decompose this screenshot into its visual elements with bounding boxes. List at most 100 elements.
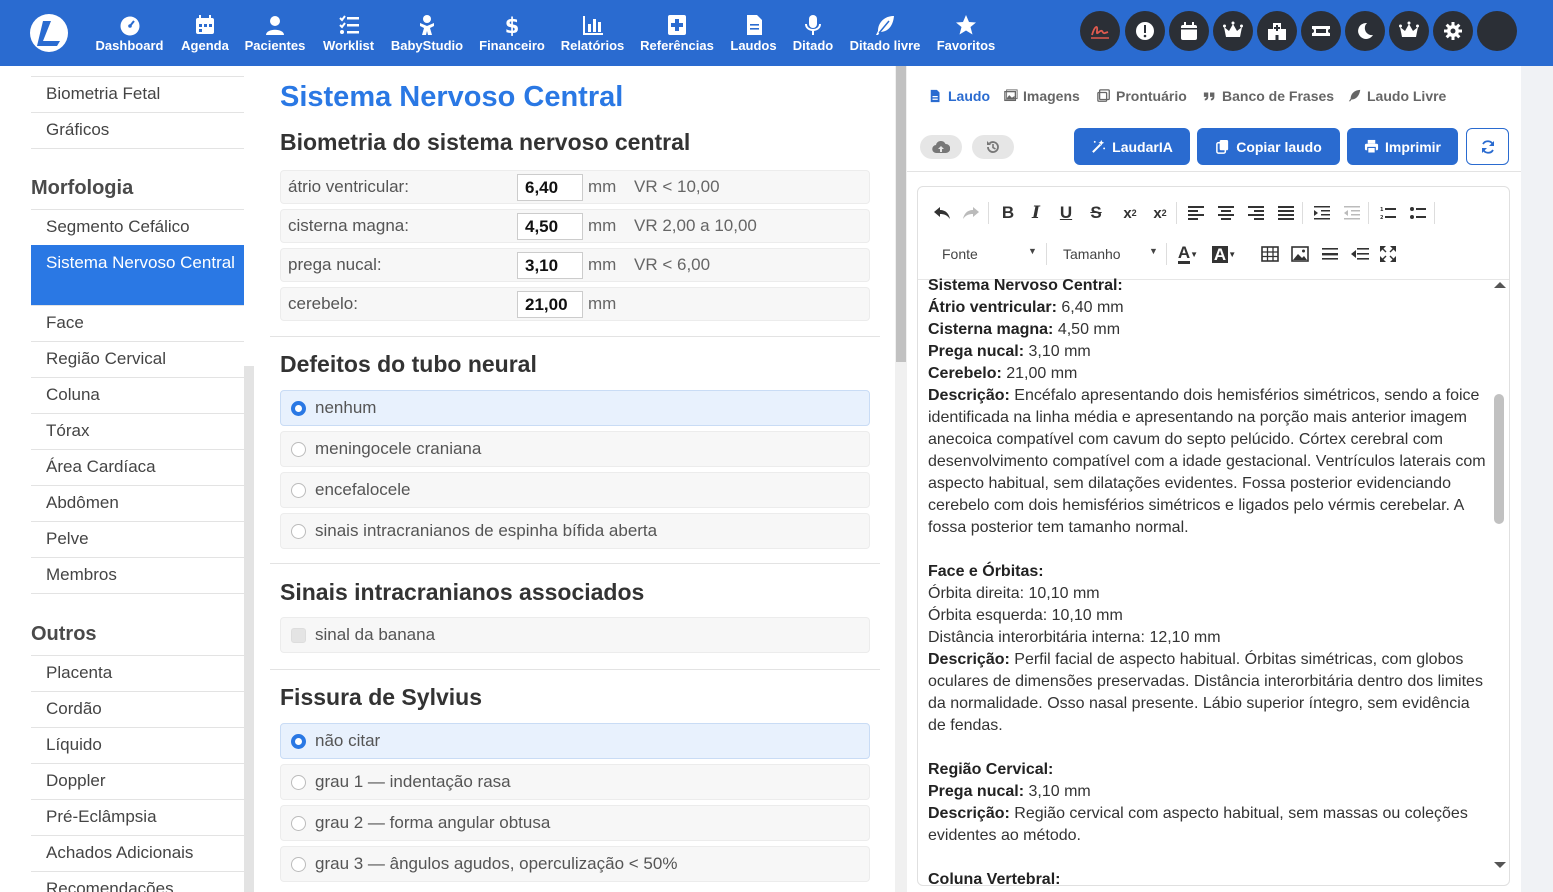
form-scrollbar-thumb[interactable]: [896, 66, 906, 362]
radio-option[interactable]: grau 1 — indentação rasa: [280, 764, 870, 800]
measurement-input[interactable]: 3,10: [517, 252, 583, 279]
refresh-button[interactable]: [1466, 128, 1509, 165]
underline-icon[interactable]: U: [1054, 201, 1078, 225]
avatar[interactable]: [1477, 11, 1517, 51]
sidebar-item[interactable]: Recomendações: [31, 871, 244, 892]
scroll-up-arrow-icon[interactable]: [1494, 281, 1506, 289]
align-left-icon[interactable]: [1184, 201, 1208, 225]
text-direction-icon[interactable]: [1348, 242, 1372, 266]
nav-financeiro[interactable]: $ Financeiro: [478, 12, 546, 58]
editor-scrollbar[interactable]: [1491, 281, 1509, 881]
font-size-select[interactable]: Tamanho ▼: [1063, 246, 1158, 262]
nav-referências[interactable]: Referências: [638, 12, 716, 58]
measurement-input[interactable]: 4,50: [517, 213, 583, 240]
cloud-upload-button[interactable]: [920, 135, 962, 159]
report-content[interactable]: Sistema Nervoso Central: Átrio ventricula…: [928, 275, 1488, 885]
radio-option[interactable]: sinais intracranianos de espinha bífida …: [280, 513, 870, 549]
sidebar-item[interactable]: Cordão: [31, 691, 244, 727]
nav-relatórios[interactable]: Relatórios: [560, 12, 625, 58]
scroll-down-arrow-icon[interactable]: [1494, 861, 1506, 869]
measurement-input[interactable]: 21,00: [517, 291, 583, 318]
highlight-color-icon[interactable]: A ▼: [1211, 242, 1236, 266]
crown-button[interactable]: [1213, 11, 1253, 51]
checkbox-option[interactable]: sinal da banana: [280, 617, 870, 653]
calendar-day-button[interactable]: [1169, 11, 1209, 51]
tab-banco-de-frases[interactable]: Banco de Frases: [1203, 88, 1334, 104]
sidebar-item[interactable]: Achados Adicionais: [31, 835, 244, 871]
radio-option[interactable]: grau 2 — forma angular obtusa: [280, 805, 870, 841]
nav-babystudio[interactable]: BabyStudio: [389, 12, 465, 58]
outdent-icon[interactable]: [1340, 201, 1364, 225]
gear-button[interactable]: [1433, 11, 1473, 51]
sidebar-item[interactable]: Abdômen: [31, 485, 244, 521]
radio-option[interactable]: nenhum: [280, 390, 870, 426]
undo-icon[interactable]: [930, 201, 954, 225]
copy-report-button[interactable]: Copiar laudo: [1197, 128, 1340, 165]
radio-option[interactable]: meningocele craniana: [280, 431, 870, 467]
nav-agenda[interactable]: Agenda: [180, 12, 230, 58]
sidebar-item[interactable]: Área Cardíaca: [31, 449, 244, 485]
sidebar-item[interactable]: Pelve: [31, 521, 244, 557]
sidebar-item[interactable]: Biometria Fetal: [31, 76, 244, 112]
editor-scrollbar-thumb[interactable]: [1494, 394, 1504, 524]
italic-icon[interactable]: I: [1024, 201, 1048, 225]
subscript-icon[interactable]: x2: [1118, 201, 1142, 225]
sidebar-scrollbar[interactable]: [244, 366, 254, 892]
app-logo-icon[interactable]: [29, 13, 69, 53]
superscript-icon[interactable]: x2: [1148, 201, 1172, 225]
laudaria-button[interactable]: LaudarIA: [1074, 128, 1190, 165]
sidebar-item[interactable]: Coluna: [31, 377, 244, 413]
radio-button[interactable]: [291, 442, 306, 457]
print-button[interactable]: Imprimir: [1347, 128, 1458, 165]
history-button[interactable]: [972, 135, 1014, 159]
tab-prontuario[interactable]: Prontuário: [1097, 88, 1187, 104]
align-justify-icon[interactable]: [1274, 201, 1298, 225]
nav-worklist[interactable]: Worklist: [322, 12, 375, 58]
sidebar-item[interactable]: Líquido: [31, 727, 244, 763]
sidebar-item[interactable]: Membros: [31, 557, 244, 593]
radio-button[interactable]: [291, 775, 306, 790]
radio-button[interactable]: [291, 734, 306, 749]
checkbox[interactable]: [291, 628, 306, 643]
nav-pacientes[interactable]: Pacientes: [243, 12, 307, 58]
redo-icon[interactable]: [959, 201, 983, 225]
radio-button[interactable]: [291, 401, 306, 416]
font-color-icon[interactable]: A ▼: [1176, 242, 1200, 266]
crown-button[interactable]: [1389, 11, 1429, 51]
sidebar-item-active[interactable]: Sistema Nervoso Central: [31, 245, 244, 305]
sidebar-item[interactable]: Pré-Eclâmpsia: [31, 799, 244, 835]
bullet-list-icon[interactable]: [1406, 201, 1430, 225]
align-center-icon[interactable]: [1214, 201, 1238, 225]
hospital-building-button[interactable]: [1257, 11, 1297, 51]
nav-ditado-livre[interactable]: Ditado livre: [848, 12, 922, 58]
table-icon[interactable]: [1258, 242, 1282, 266]
sidebar-item[interactable]: Gráficos: [31, 112, 244, 148]
radio-option[interactable]: não citar: [280, 723, 870, 759]
sidebar-item[interactable]: Face: [31, 305, 244, 341]
alert-circle-button[interactable]: [1125, 11, 1165, 51]
sidebar-item[interactable]: Doppler: [31, 763, 244, 799]
radio-button[interactable]: [291, 524, 306, 539]
moon-button[interactable]: [1345, 11, 1385, 51]
nav-laudos[interactable]: Laudos: [729, 12, 778, 58]
tab-laudo[interactable]: Laudo: [929, 88, 990, 104]
sidebar-item[interactable]: Região Cervical: [31, 341, 244, 377]
pdf-signature-button[interactable]: [1080, 11, 1120, 51]
font-family-select[interactable]: Fonte ▼: [942, 246, 1037, 262]
radio-button[interactable]: [291, 816, 306, 831]
radio-option[interactable]: grau 3 — ângulos agudos, operculização <…: [280, 846, 870, 882]
sidebar-item[interactable]: Placenta: [31, 655, 244, 691]
tab-laudo-livre[interactable]: Laudo Livre: [1348, 88, 1446, 104]
align-right-icon[interactable]: [1244, 201, 1268, 225]
nav-ditado[interactable]: Ditado: [791, 12, 835, 58]
image-icon[interactable]: [1288, 242, 1312, 266]
fullscreen-icon[interactable]: [1376, 242, 1400, 266]
sidebar-item[interactable]: Tórax: [31, 413, 244, 449]
tab-imagens[interactable]: Imagens: [1004, 88, 1080, 104]
nav-dashboard[interactable]: Dashboard: [94, 12, 165, 58]
bold-icon[interactable]: B: [996, 201, 1020, 225]
nav-favoritos[interactable]: Favoritos: [936, 12, 996, 58]
ordered-list-icon[interactable]: 12: [1376, 201, 1400, 225]
strikethrough-icon[interactable]: S: [1084, 201, 1108, 225]
sidebar-item[interactable]: Segmento Cefálico: [31, 209, 244, 245]
